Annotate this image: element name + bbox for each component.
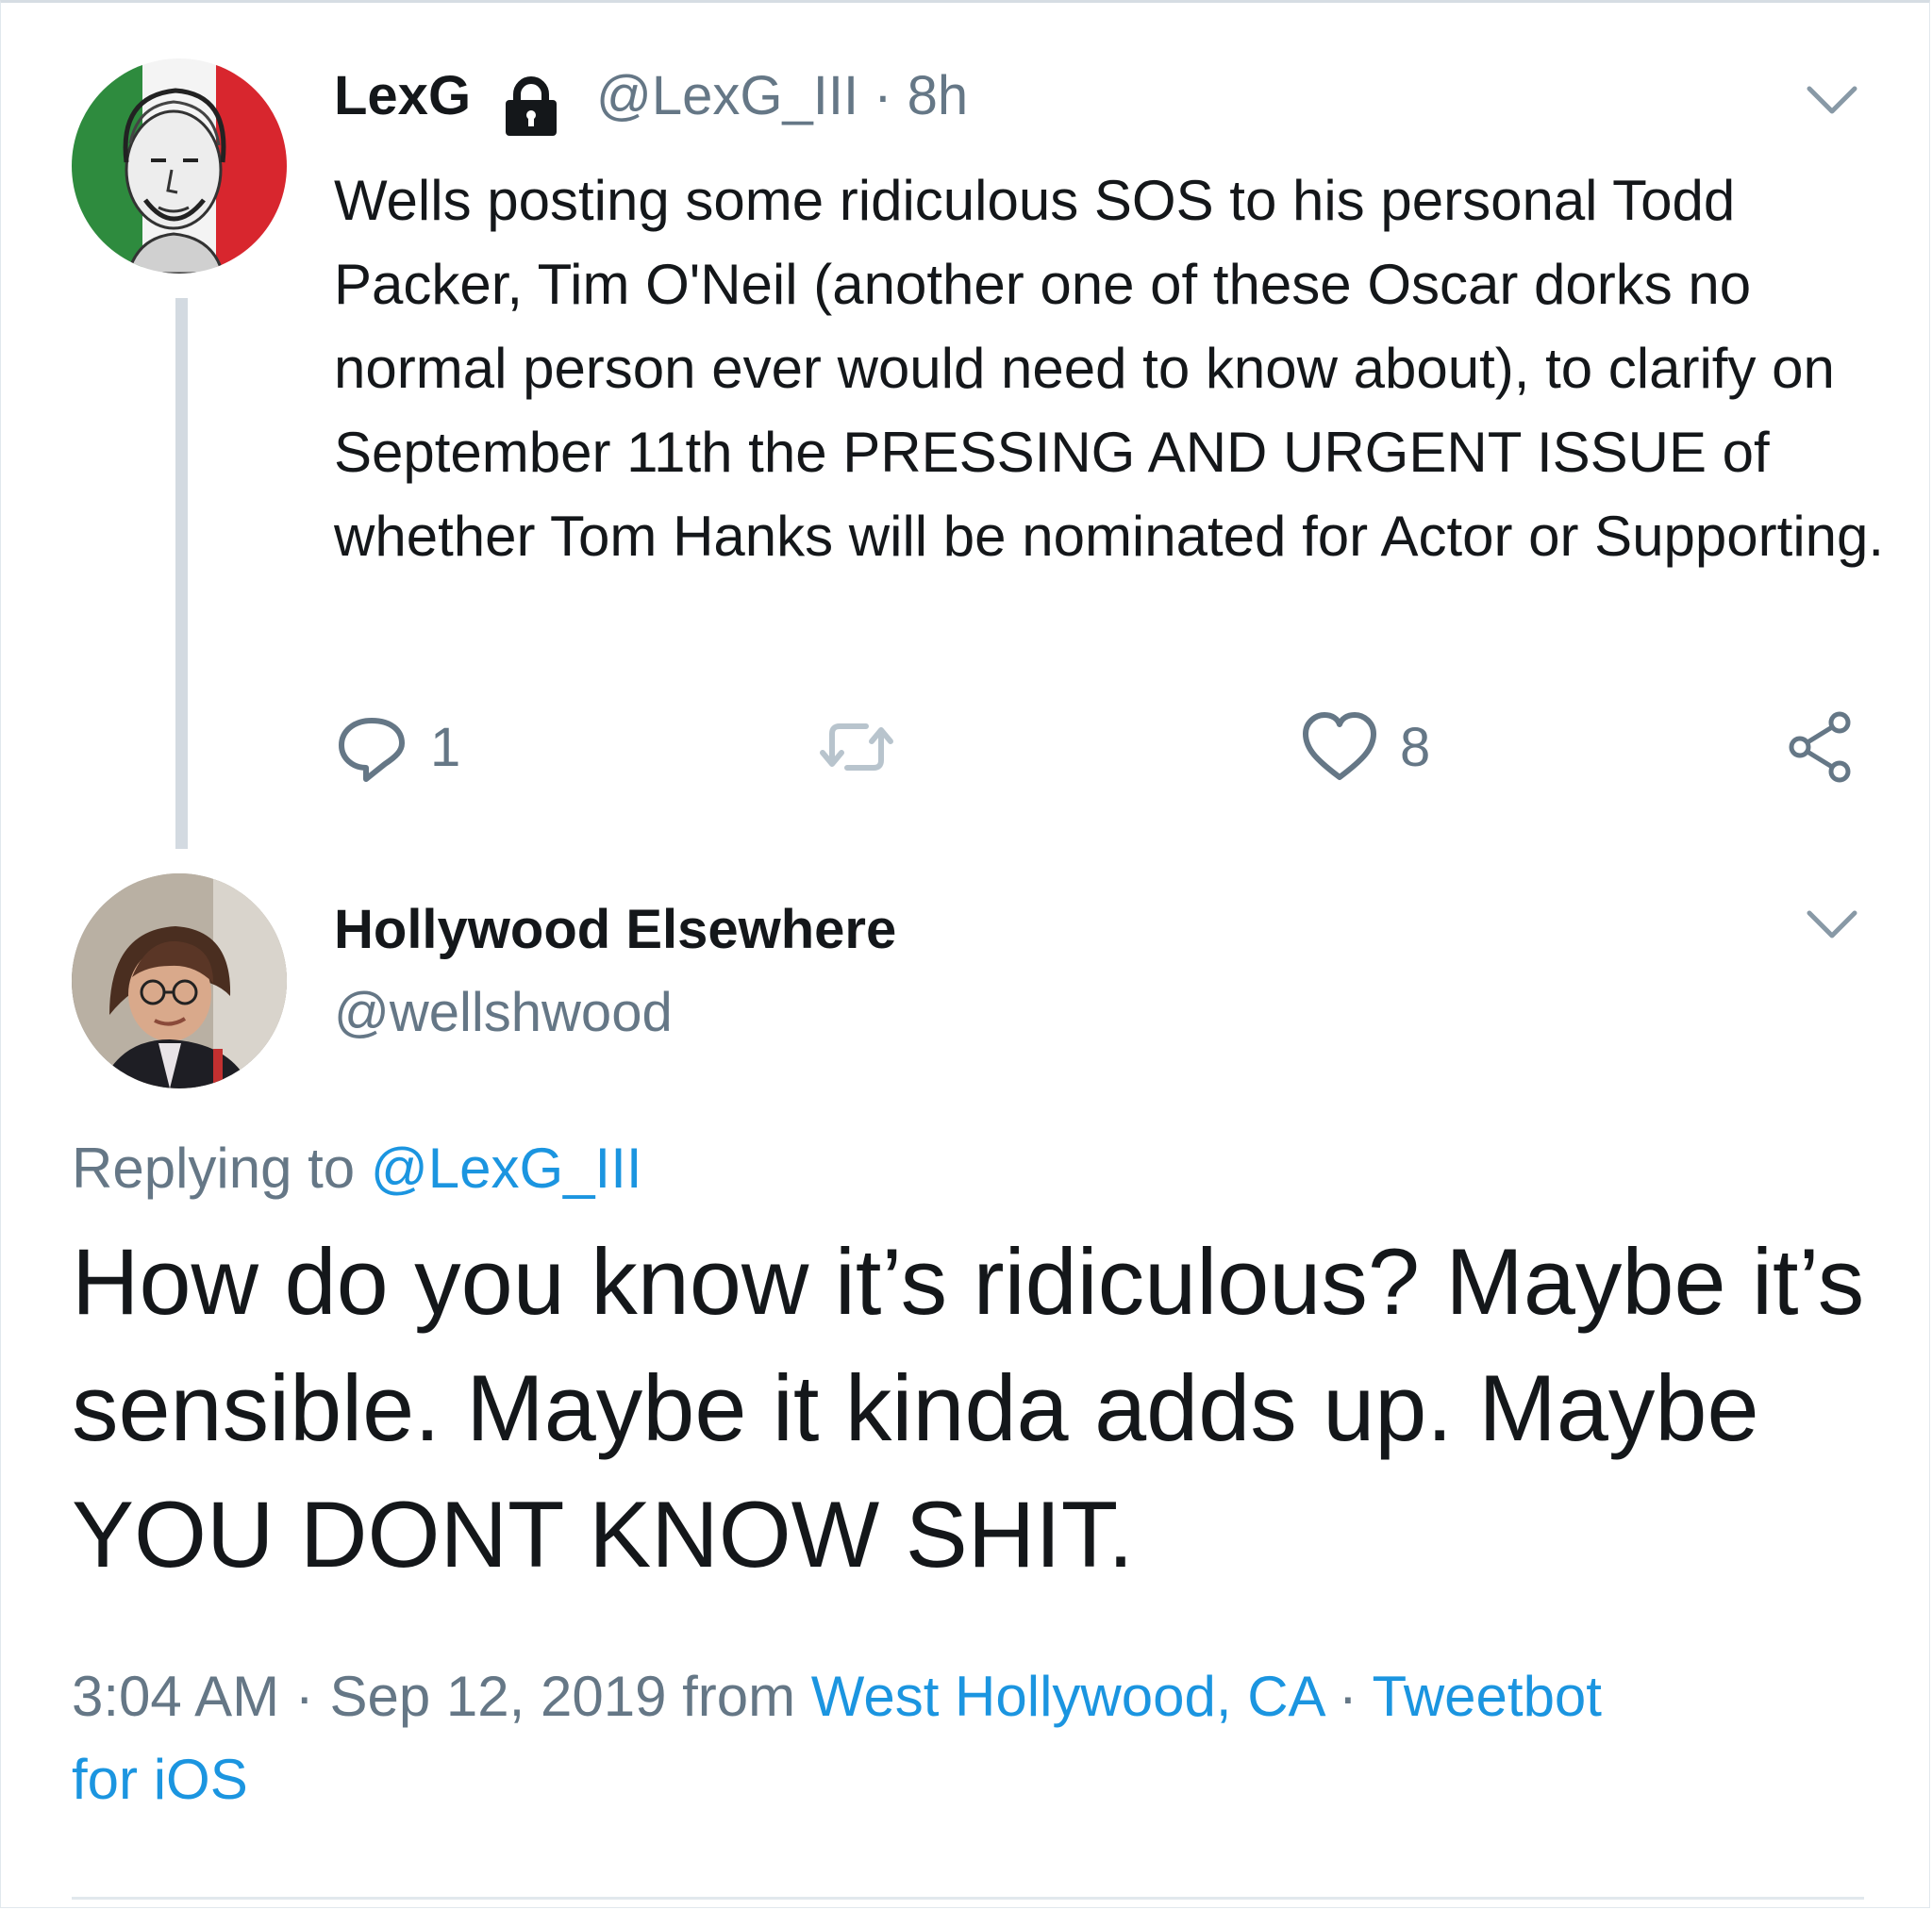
author-handle[interactable]: @wellshwood — [334, 981, 673, 1044]
tweet-meta: 3:04 AM · Sep 12, 2019 from West Hollywo… — [72, 1655, 1675, 1821]
thread-line — [175, 298, 188, 849]
author-handle-text[interactable]: @LexG_III — [596, 65, 858, 126]
chevron-down-icon[interactable] — [1804, 81, 1860, 119]
like-button[interactable]: 8 — [1300, 709, 1430, 785]
tweet-text: Wells posting some ridiculous SOS to his… — [334, 169, 1885, 568]
reply-icon — [339, 718, 405, 782]
author-name[interactable]: Hollywood Elsewhere — [334, 898, 896, 961]
author-name[interactable]: LexG — [334, 64, 471, 127]
sketch-face-icon — [123, 88, 226, 274]
replying-prefix: Replying to — [72, 1137, 356, 1200]
chevron-down-icon[interactable] — [1804, 905, 1860, 943]
reply-tweet-text: How do you know it’s ridiculous? Maybe i… — [72, 1229, 1865, 1586]
replying-to: Replying to @LexG_III — [72, 1136, 642, 1201]
retweet-icon — [820, 723, 893, 771]
share-icon — [1789, 711, 1851, 783]
retweet-button[interactable] — [817, 709, 896, 785]
timestamp[interactable]: 3:04 AM · Sep 12, 2019 — [72, 1665, 666, 1728]
reply-button[interactable]: 1 — [334, 709, 460, 785]
lexg-avatar[interactable] — [72, 58, 287, 274]
divider — [72, 1897, 1864, 1900]
tweet-time: · 8h — [874, 65, 969, 126]
from-word: from — [682, 1665, 796, 1728]
reply-count: 1 — [430, 716, 461, 778]
lock-icon — [506, 76, 557, 136]
heart-icon — [1303, 712, 1376, 780]
meta-separator: · — [1338, 1665, 1357, 1728]
author-handle[interactable]: @LexG_III · 8h — [596, 64, 968, 127]
share-button[interactable] — [1783, 709, 1858, 785]
like-count: 8 — [1400, 716, 1431, 778]
replying-handle-link[interactable]: @LexG_III — [371, 1137, 642, 1200]
portrait-photo-icon — [72, 873, 287, 1088]
location-link[interactable]: West Hollywood, CA — [811, 1665, 1323, 1728]
wells-avatar[interactable] — [72, 873, 287, 1088]
